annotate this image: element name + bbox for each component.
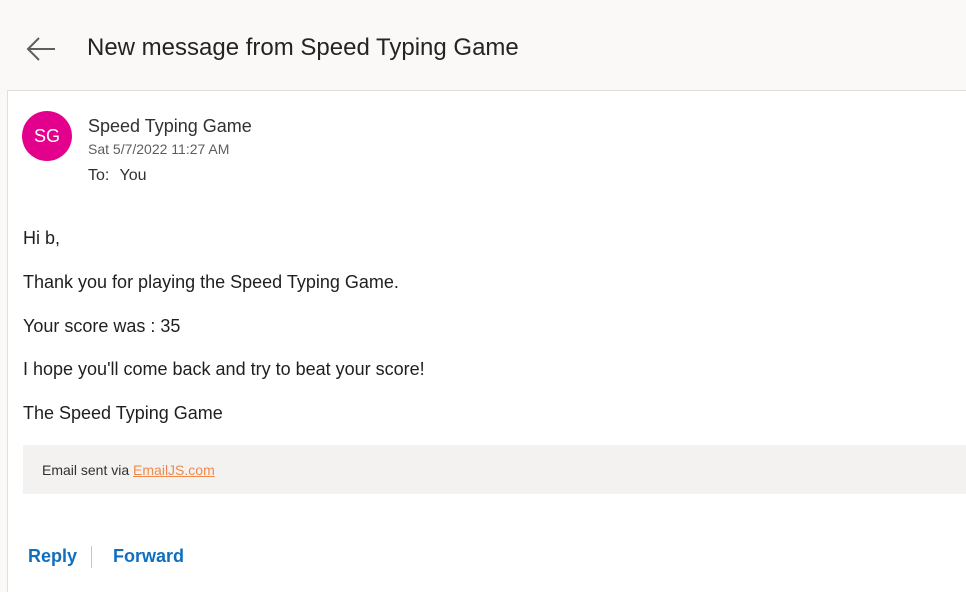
email-footer: Email sent via EmailJS.com xyxy=(23,445,966,494)
body-thanks: Thank you for playing the Speed Typing G… xyxy=(23,272,399,292)
to-label: To: xyxy=(88,167,110,184)
footer-text: Email sent via EmailJS.com xyxy=(42,462,215,478)
reply-button[interactable]: Reply xyxy=(28,546,77,567)
message-header: New message from Speed Typing Game xyxy=(0,0,966,90)
emailjs-link[interactable]: EmailJS.com xyxy=(133,462,215,478)
arrow-left-icon xyxy=(26,37,55,61)
message-card: SG Speed Typing Game Sat 5/7/2022 11:27 … xyxy=(7,90,966,592)
body-greeting: Hi b, xyxy=(23,228,61,248)
body-score: Your score was : 35 xyxy=(23,316,181,336)
back-button[interactable] xyxy=(24,34,58,64)
page-title: New message from Speed Typing Game xyxy=(87,34,519,61)
sent-date: Sat 5/7/2022 11:27 AM xyxy=(88,141,230,157)
body-signature: The Speed Typing Game xyxy=(23,403,223,423)
forward-button[interactable]: Forward xyxy=(113,546,184,567)
recipient-name[interactable]: You xyxy=(120,167,147,184)
footer-prefix: Email sent via xyxy=(42,462,130,478)
sender-name[interactable]: Speed Typing Game xyxy=(88,116,252,137)
body-hope: I hope you'll come back and try to beat … xyxy=(23,359,425,379)
recipient-line: To: You xyxy=(88,167,147,185)
avatar[interactable]: SG xyxy=(22,111,72,161)
action-divider xyxy=(91,546,92,568)
